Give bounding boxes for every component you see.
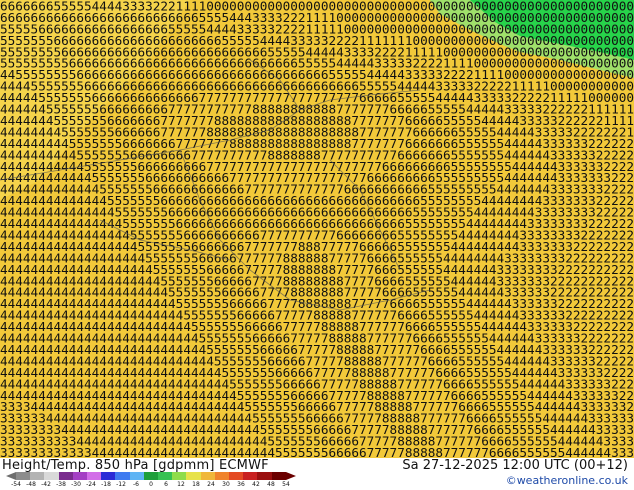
legend-tick: -18 (101, 481, 111, 488)
legend-tick: -6 (133, 481, 139, 488)
legend-tick: 42 (252, 481, 260, 488)
legend-tick: 12 (177, 481, 185, 488)
legend-tick: -12 (116, 481, 126, 488)
legend-tick: 36 (237, 481, 245, 488)
legend-tick: 54 (282, 481, 290, 488)
legend-tick-labels: -54 -48 -42 -38 -30 -24 -18 -12 -6 0 6 12 18 24 30 36 42… (11, 481, 291, 490)
legend-swatch (58, 472, 73, 480)
legend-swatch (172, 472, 187, 480)
legend-swatch (30, 472, 45, 480)
legend-swatch (16, 472, 31, 480)
legend-swatch (72, 472, 88, 480)
legend-right-arrow (286, 472, 296, 480)
legend-left-arrow (6, 472, 16, 480)
legend-tick: 0 (149, 481, 153, 488)
legend-swatch (214, 472, 230, 480)
map-footer: Height/Temp. 850 hPa [gdpmm] ECMWF Sa 27… (0, 458, 634, 490)
legend-tick: 48 (267, 481, 275, 488)
legend-tick: 24 (207, 481, 215, 488)
legend-tick: -24 (86, 481, 96, 488)
legend-tick: 6 (164, 481, 168, 488)
legend-swatch (271, 472, 286, 480)
legend-swatch (115, 472, 130, 480)
legend-tick: 18 (192, 481, 200, 488)
source-credit-link[interactable]: ©weatheronline.co.uk (506, 474, 628, 487)
legend-swatch (229, 472, 244, 480)
legend-swatch (257, 472, 272, 480)
legend-swatch (101, 472, 116, 480)
legend-swatch (143, 472, 159, 480)
legend-swatch (44, 472, 59, 480)
legend-tick: -42 (41, 481, 51, 488)
legend-swatch (243, 472, 258, 480)
legend-color-bar (16, 472, 286, 480)
temperature-digits: 6666666555554444333322211110000000000000… (0, 0, 634, 458)
legend-tick: -38 (56, 481, 66, 488)
map-canvas: 6666666555554444333322211110000000000000… (0, 0, 634, 458)
legend-tick: 30 (222, 481, 230, 488)
legend-swatch (200, 472, 215, 480)
weather-map: 6666666555554444333322211110000000000000… (0, 0, 634, 458)
legend-swatch (186, 472, 201, 480)
digit-row: 3333333333334444444444444444444444445555… (0, 445, 634, 458)
legend-tick: -48 (26, 481, 36, 488)
legend-swatch (87, 472, 102, 480)
legend-tick: -30 (71, 481, 81, 488)
forecast-datetime: Sa 27-12-2025 12:00 UTC (00+12) (402, 458, 628, 473)
color-legend: -54 -48 -42 -38 -30 -24 -18 -12 -6 0 6 12 18 24 30 36 42… (6, 472, 296, 490)
map-title: Height/Temp. 850 hPa [gdpmm] ECMWF (2, 458, 269, 473)
legend-swatch (129, 472, 144, 480)
legend-swatch (158, 472, 173, 480)
legend-tick: -54 (11, 481, 21, 488)
